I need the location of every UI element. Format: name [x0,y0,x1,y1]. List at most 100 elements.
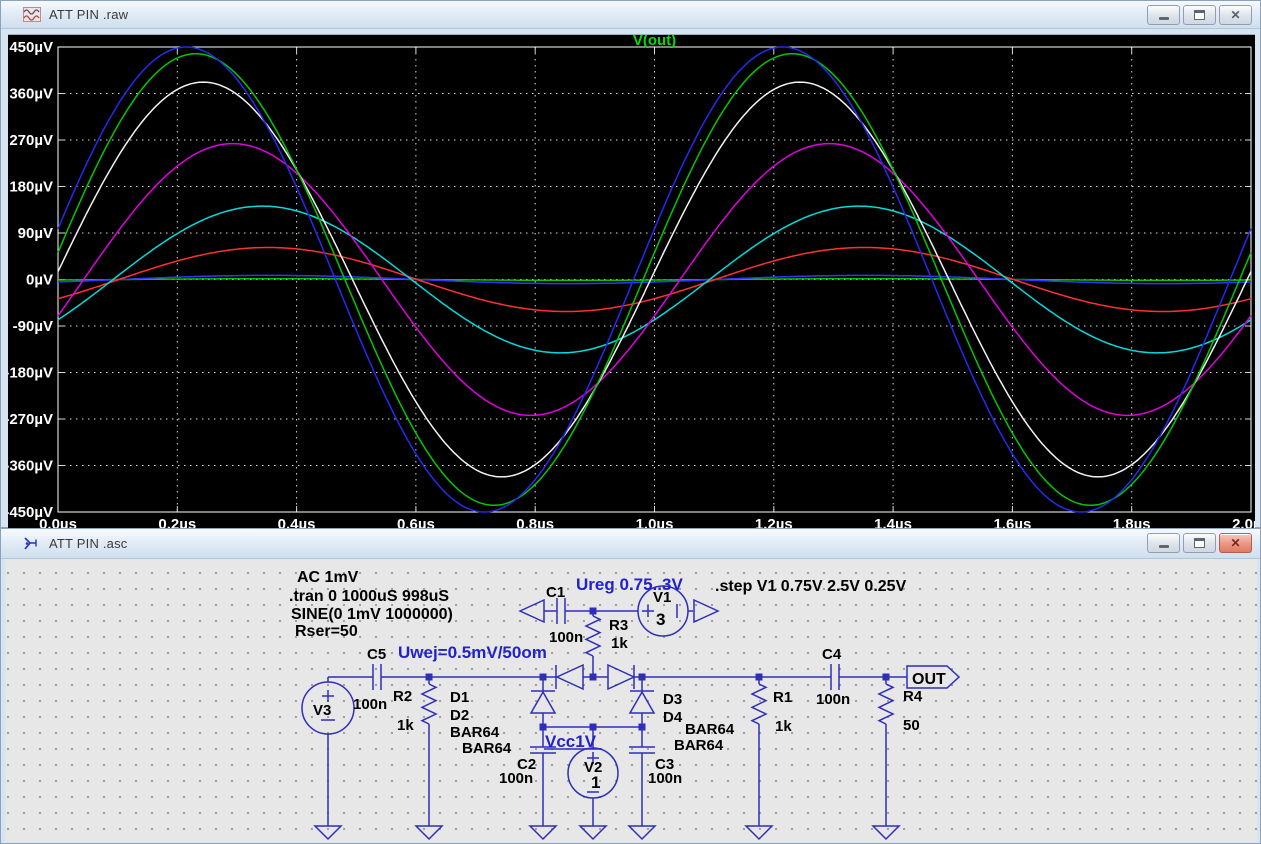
y-tick-label: -270µV [8,411,53,428]
waveform-window-buttons: ✕ [1147,5,1252,25]
y-tick-label: 90µV [18,225,53,242]
schematic-text-label: R4 [903,688,923,705]
ground-symbol [315,826,341,839]
schematic-text-directive: .step V1 0.75V 2.5V 0.25V [715,578,907,595]
schematic-text-label: D2 [450,707,469,724]
junction [590,674,597,681]
schematic-text-label: D1 [450,689,469,706]
capacitor-C4 [831,664,839,690]
schematic-text-directive: Rser=50 [295,623,358,640]
resistor-R4 [879,684,893,724]
waveform-trace-step1 [58,279,1251,281]
resistor-R2 [422,684,436,724]
schematic-text-label: C1 [546,584,565,601]
diode-series-left [556,665,583,689]
schematic-text-label: D4 [663,709,683,726]
restore-button[interactable] [1183,533,1216,553]
schematic-text-label: 50 [903,717,920,734]
waveform-icon [23,7,41,22]
diode-shunt-left [531,691,555,713]
schematic-text-label: V3 [313,702,331,719]
schematic-text-directive: AC 1mV [297,569,359,586]
waveform-traces [58,47,1251,512]
y-axis-labels: 450µV 360µV 270µV 180µV 90µV 0µV -90µV -180µV -2… [8,39,53,521]
diode-triangle [531,692,555,713]
restore-button[interactable] [1183,5,1216,25]
ground-symbol [580,826,606,839]
minimize-button[interactable] [1147,533,1180,553]
y-tick-label: 0µV [26,272,53,289]
schematic-text-directive: SINE(0 1mV 1000000) [291,606,453,623]
schematic-root: AC 1mV .tran 0 1000uS 998uSSINE(0 1mV 100… [289,569,959,839]
plot-root: 450µV 360µV 270µV 180µV 90µV 0µV -90µV -180µV -2… [8,35,1255,530]
schematic-text-label: 100n [816,691,850,708]
schematic-text-port: OUT [912,671,946,688]
schematic-window: ATT PIN .asc ✕ AC 1mV .tran 0 1000uS 998u… [0,528,1261,844]
waveform-window-title: ATT PIN .raw [49,7,128,22]
schematic-text-label: 100n [353,696,387,713]
schematic-text-label: 100n [549,629,583,646]
diode-triangle [557,665,583,689]
schematic-labels: AC 1mV .tran 0 1000uS 998uSSINE(0 1mV 100… [289,569,946,792]
schematic-text-label: R1 [773,689,792,706]
capacitor-C3 [629,747,655,753]
minimize-icon [1159,17,1169,20]
waveform-plot-svg: 450µV 360µV 270µV 180µV 90µV 0µV -90µV -180µV -2… [8,35,1255,530]
close-button[interactable]: ✕ [1219,5,1252,25]
junction [639,724,646,731]
schematic-text-comment: Uwej=0.5mV/50om [398,643,547,662]
schematic-text-label: 1k [775,718,792,735]
y-tick-label: 270µV [9,132,53,149]
port-arrow-right [694,600,718,622]
schematic-canvas[interactable]: AC 1mV .tran 0 1000uS 998uSSINE(0 1mV 100… [6,559,1257,842]
minimize-icon [1159,545,1169,548]
waveform-window: ATT PIN .raw ✕ 450µV 360µV 270µV 180µV 90µV 0… [0,0,1261,528]
schematic-text-directive: .tran 0 1000uS 998uS [289,588,449,605]
close-button[interactable]: ✕ [1219,533,1252,553]
schematic-text-label: D3 [663,691,682,708]
waveform-window-titlebar[interactable]: ATT PIN .raw ✕ [1,1,1260,29]
schematic-icon [23,536,41,551]
schematic-window-title: ATT PIN .asc [49,536,128,551]
junction [883,674,890,681]
y-tick-label: 180µV [9,179,53,196]
ground-symbol [416,826,442,839]
y-tick-label: 360µV [9,86,53,103]
port-arrow-left [520,600,544,622]
diode-triangle [630,692,654,713]
y-tick-label: -180µV [8,365,53,382]
resistor-R1 [752,684,766,724]
capacitor-C5 [373,664,381,690]
minimize-button[interactable] [1147,5,1180,25]
waveform-plot[interactable]: 450µV 360µV 270µV 180µV 90µV 0µV -90µV -180µV -2… [8,34,1255,530]
grounds [315,826,899,839]
schematic-text-label: BAR64 [685,721,735,738]
junction [756,674,763,681]
schematic-text-label: 1k [611,635,628,652]
schematic-text-label: R2 [393,688,412,705]
schematic-window-titlebar[interactable]: ATT PIN .asc ✕ [1,529,1260,559]
plot-title-vout: V(out) [633,35,676,49]
junction [540,674,547,681]
capacitor-C1 [557,598,565,624]
diode-triangle [608,665,634,689]
junction [540,724,547,731]
schematic-text-comment: Vcc1V [545,732,597,751]
schematic-svg: AC 1mV .tran 0 1000uS 998uSSINE(0 1mV 100… [6,559,1257,842]
schematic-text-label: C4 [822,646,842,663]
schematic-text-label: 100n [499,770,533,787]
schematic-text-label: C5 [367,646,386,663]
y-tick-label: 450µV [9,39,53,56]
ground-symbol [873,826,899,839]
y-tick-label: -90µV [13,318,53,335]
schematic-text-value: 3 [656,610,665,629]
schematic-text-value: 1 [591,773,600,792]
ground-symbol [629,826,655,839]
restore-icon [1194,538,1205,548]
y-tick-label: -360µV [8,458,53,475]
diode-series-right [608,665,634,689]
junction [426,674,433,681]
ground-symbol [746,826,772,839]
schematic-text-label: BAR64 [674,737,724,754]
junction [590,724,597,731]
